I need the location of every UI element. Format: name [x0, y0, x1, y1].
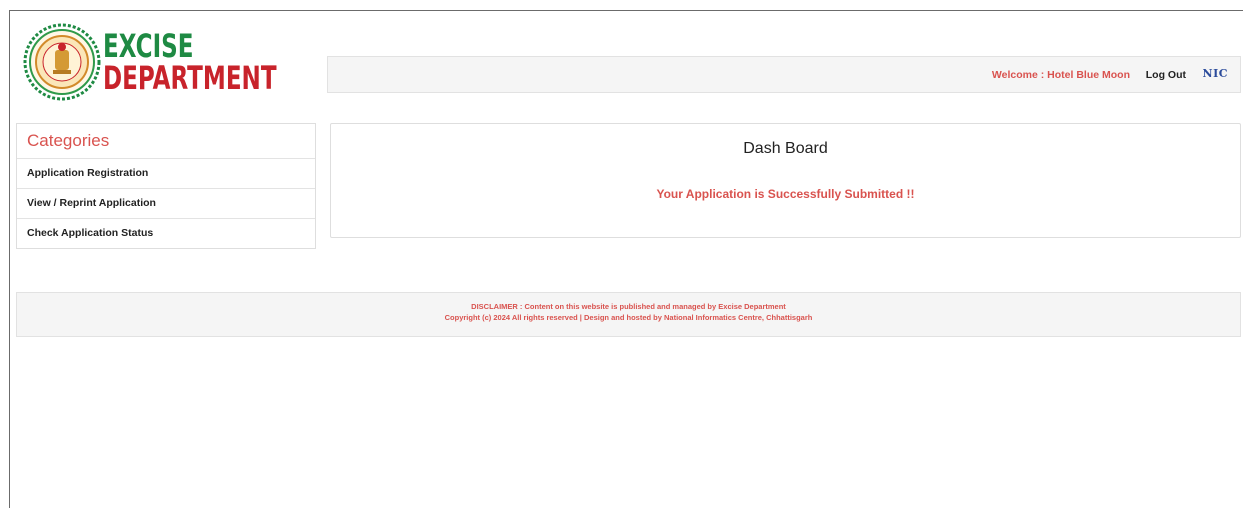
sidebar-item-check-application-status[interactable]: Check Application Status	[17, 219, 315, 248]
sidebar-item-view-reprint-application[interactable]: View / Reprint Application	[17, 189, 315, 219]
dashboard-panel: Dash Board Your Application is Successfu…	[330, 123, 1241, 238]
logo-text: EXCISE DEPARTMENT	[103, 30, 277, 94]
excise-logo[interactable]: EXCISE DEPARTMENT	[23, 23, 277, 105]
categories-title: Categories	[17, 124, 315, 159]
logo-line-department: DEPARTMENT	[103, 59, 277, 97]
sidebar-item-application-registration[interactable]: Application Registration	[17, 159, 315, 189]
page-frame-top	[9, 10, 1243, 11]
logo-line-excise: EXCISE	[103, 27, 194, 65]
logout-link[interactable]: Log Out	[1146, 69, 1186, 81]
success-message: Your Application is Successfully Submitt…	[656, 187, 915, 201]
welcome-text: Welcome : Hotel Blue Moon	[991, 69, 1130, 81]
state-emblem-seal-icon	[23, 23, 101, 101]
page-title: Dash Board	[743, 140, 828, 157]
categories-panel: Categories Application Registration View…	[16, 123, 316, 249]
footer: DISCLAIMER : Content on this website is …	[16, 292, 1241, 337]
page-frame-left	[9, 10, 10, 508]
header-bar: Welcome : Hotel Blue Moon Log Out NIC	[327, 56, 1241, 93]
disclaimer-text: DISCLAIMER : Content on this website is …	[471, 302, 786, 311]
nic-logo[interactable]: NIC	[1203, 67, 1228, 80]
copyright-text: Copyright (c) 2024 All rights reserved |…	[444, 313, 813, 322]
